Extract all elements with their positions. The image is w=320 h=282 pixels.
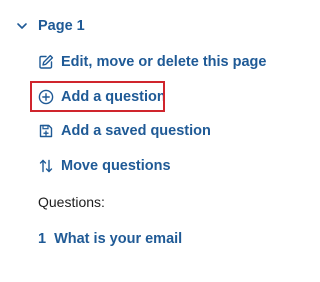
edit-page-label: Edit, move or delete this page: [61, 54, 267, 70]
save-icon: [38, 123, 54, 139]
add-circle-icon: [38, 89, 54, 105]
move-questions-label: Move questions: [61, 158, 171, 174]
chevron-down-icon: [16, 20, 28, 32]
question-link[interactable]: 1 What is your email: [38, 228, 182, 250]
add-saved-question-link[interactable]: Add a saved question: [38, 120, 211, 142]
edit-page-link[interactable]: Edit, move or delete this page: [38, 51, 266, 73]
add-question-link[interactable]: Add a question: [38, 86, 166, 108]
page-title: Page 1: [38, 18, 85, 34]
add-saved-question-label: Add a saved question: [61, 123, 211, 139]
question-number: 1: [38, 231, 47, 247]
move-questions-link[interactable]: Move questions: [38, 155, 171, 177]
page-1-toggle[interactable]: Page 1: [16, 14, 85, 38]
edit-icon: [38, 54, 54, 70]
questions-heading: Questions:: [38, 194, 105, 210]
question-text: What is your email: [54, 231, 183, 247]
add-question-label: Add a question: [61, 89, 166, 105]
sort-arrows-icon: [38, 158, 54, 174]
